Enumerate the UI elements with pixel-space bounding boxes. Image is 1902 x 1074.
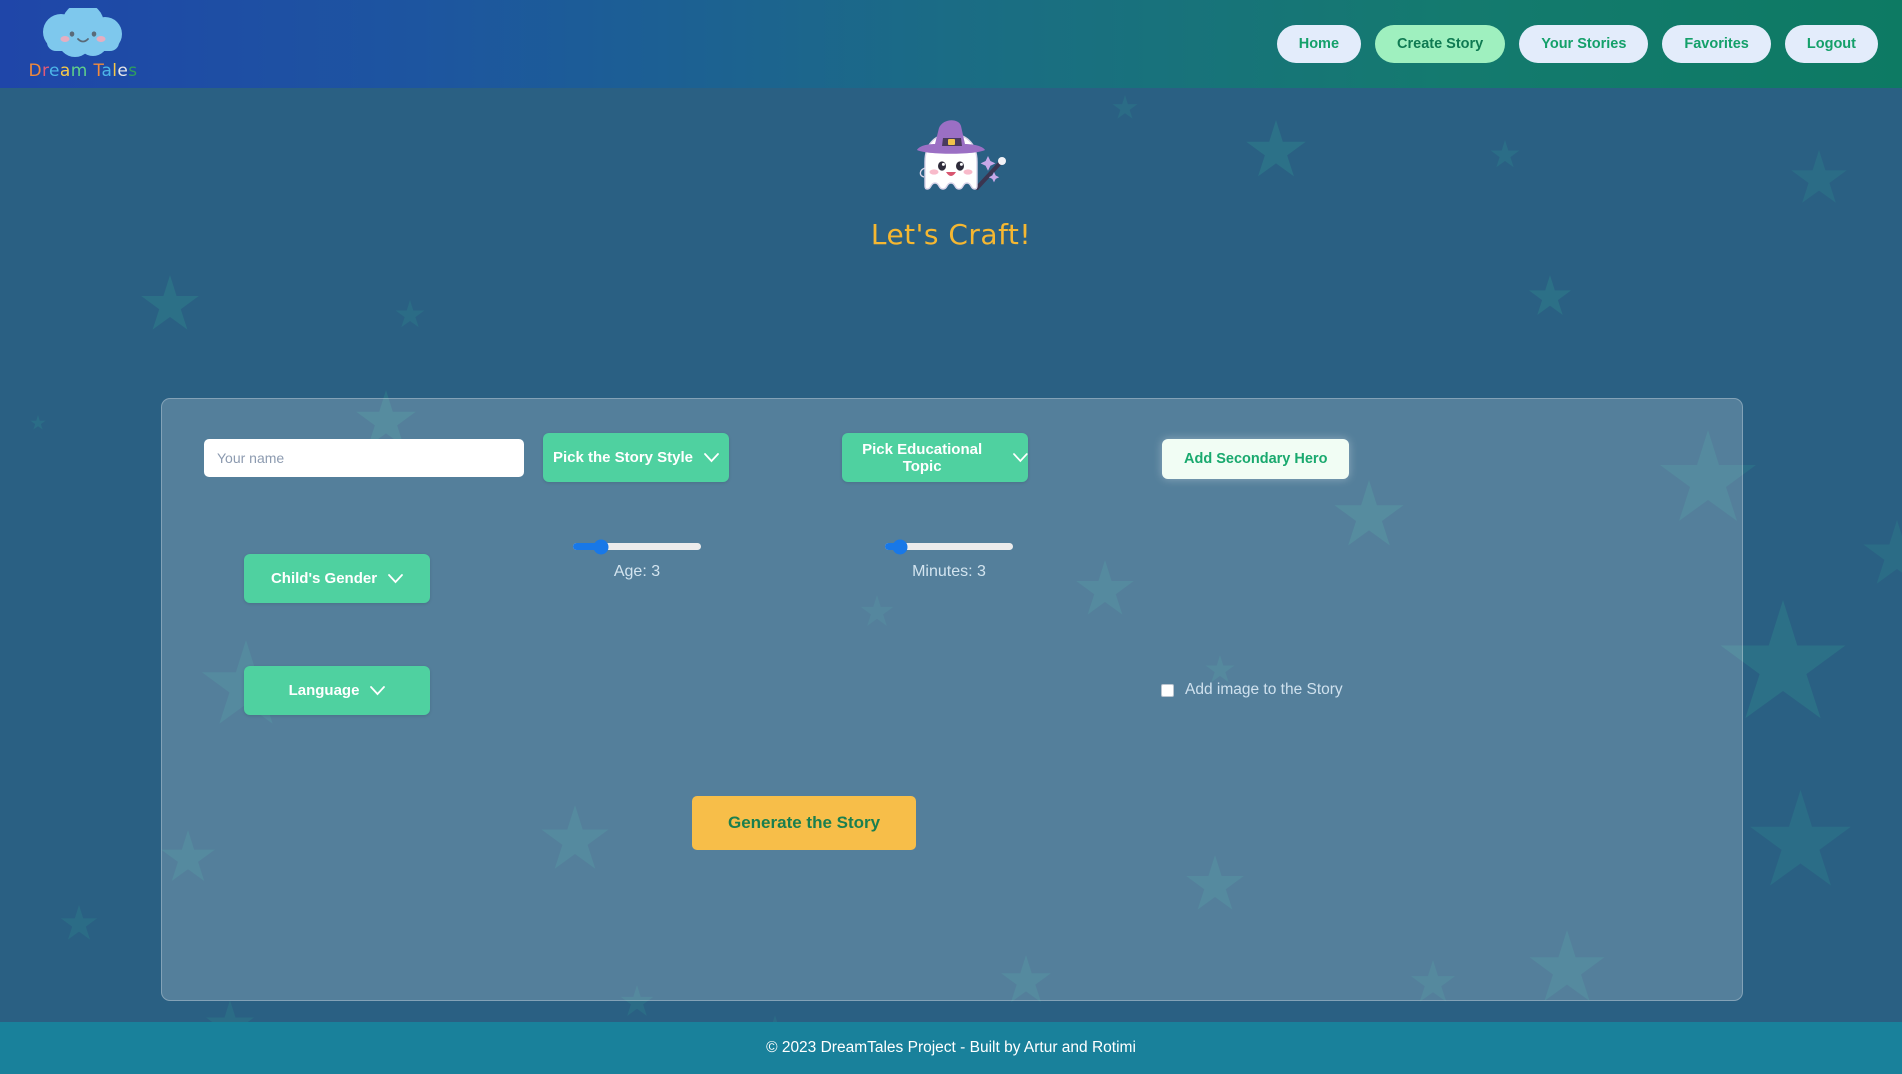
brand-letter: a — [101, 60, 113, 81]
educational-topic-label: Pick Educational Topic — [862, 440, 983, 475]
chevron-down-icon — [1013, 452, 1028, 462]
story-style-label: Pick the Story Style — [552, 449, 694, 466]
create-story-card: Pick the Story Style Pick Educational To… — [161, 398, 1743, 1001]
brand-letter: a — [59, 60, 71, 81]
page-title: Let's Craft! — [870, 218, 1032, 251]
main-navigation: Home Create Story Your Stories Favorites… — [1276, 25, 1878, 63]
ghost-wizard-icon — [891, 110, 1011, 210]
story-style-dropdown[interactable]: Pick the Story Style — [543, 433, 729, 482]
brand-letter: m — [70, 60, 88, 81]
main-content: Let's Craft! Pick the Story Style Pick E… — [0, 88, 1902, 1032]
add-image-checkbox-row[interactable]: Add image to the Story — [1161, 681, 1343, 699]
nav-item-create-story[interactable]: Create Story — [1375, 25, 1506, 63]
chevron-down-icon — [704, 452, 719, 462]
add-image-checkbox[interactable] — [1161, 683, 1174, 697]
brand-letter: r — [41, 60, 49, 81]
age-slider[interactable] — [573, 539, 701, 554]
child-gender-dropdown[interactable]: Child's Gender — [244, 554, 430, 603]
language-dropdown[interactable]: Language — [244, 666, 430, 715]
chevron-down-icon — [370, 685, 386, 695]
child-gender-label: Child's Gender — [270, 570, 378, 587]
age-slider-label: Age: 3 — [613, 563, 661, 580]
minutes-slider-label: Minutes: 3 — [912, 563, 986, 580]
add-image-label: Add image to the Story — [1185, 681, 1343, 698]
nav-item-logout[interactable]: Logout — [1784, 25, 1878, 63]
nav-item-your-stories[interactable]: Your Stories — [1519, 25, 1649, 63]
educational-topic-dropdown[interactable]: Pick Educational Topic — [842, 433, 1028, 482]
minutes-slider[interactable] — [885, 539, 1013, 554]
brand-logo[interactable]: Dream Tales — [18, 7, 148, 81]
nav-item-favorites[interactable]: Favorites — [1662, 25, 1771, 63]
chevron-down-icon — [388, 573, 403, 583]
brand-name: Dream Tales — [28, 61, 137, 81]
age-slider-group: Age: 3 — [547, 539, 727, 581]
brand-letter: e — [49, 60, 60, 81]
add-secondary-hero-button[interactable]: Add Secondary Hero — [1162, 439, 1350, 479]
language-label: Language — [288, 682, 360, 699]
child-name-input[interactable] — [204, 439, 524, 477]
nav-item-home[interactable]: Home — [1276, 25, 1362, 63]
minutes-slider-group: Minutes: 3 — [859, 539, 1039, 581]
minutes-slider-thumb[interactable] — [892, 539, 908, 554]
app-header: Dream Tales Home Create Story Your Stori… — [0, 0, 1902, 88]
generate-story-button[interactable]: Generate the Story — [692, 796, 917, 850]
brand-letter: e — [117, 60, 129, 81]
page-footer: © 2023 DreamTales Project - Built by Art… — [0, 1022, 1902, 1074]
brand-letter: D — [28, 60, 42, 81]
page-hero: Let's Craft! — [0, 88, 1902, 251]
footer-text: © 2023 DreamTales Project - Built by Art… — [766, 1039, 1136, 1056]
brand-letter: s — [128, 60, 138, 81]
smiling-cloud-icon — [31, 7, 135, 60]
age-slider-thumb[interactable] — [593, 539, 609, 554]
